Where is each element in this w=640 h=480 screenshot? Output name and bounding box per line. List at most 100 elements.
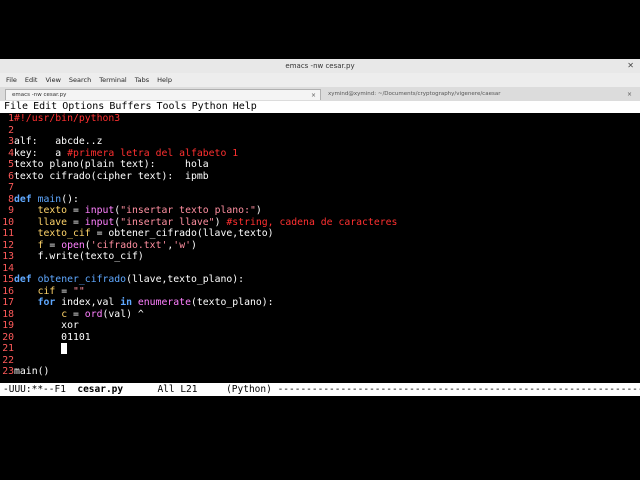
menu-edit[interactable]: Edit: [25, 76, 38, 84]
emacs-menu-buffers[interactable]: Buffers: [109, 101, 151, 112]
code-line[interactable]: 15def obtener_cifrado(llave,texto_plano)…: [0, 274, 640, 286]
line-number: 4: [8, 147, 14, 159]
code-line[interactable]: 5texto plano(plain text): hola: [0, 159, 640, 171]
code-text[interactable]: llave = input("insertar llave") #string,…: [14, 217, 398, 228]
line-number: 13: [2, 251, 14, 262]
emacs-menubar: File Edit Options Buffers Tools Python Help: [0, 101, 640, 113]
emacs-menu-python[interactable]: Python: [192, 101, 228, 112]
code-text[interactable]: texto cifrado(cipher text): ipmb: [14, 171, 209, 182]
code-line[interactable]: 22: [0, 355, 640, 367]
line-number: 22: [2, 354, 14, 366]
code-line[interactable]: 3alf: abcde..z: [0, 136, 640, 148]
emacs-menu-edit[interactable]: Edit: [33, 101, 57, 112]
code-line[interactable]: 4key: a #primera letra del alfabeto 1: [0, 148, 640, 160]
menu-terminal[interactable]: Terminal: [99, 76, 126, 84]
code-text[interactable]: main(): [14, 366, 49, 377]
tab-bar: emacs -nw cesar.py × xymind@xymind: ~/Do…: [0, 87, 640, 101]
line-number: 10: [2, 216, 14, 228]
window-title: emacs -nw cesar.py: [285, 62, 355, 70]
text-cursor: [61, 343, 68, 354]
code-text[interactable]: def obtener_cifrado(llave,texto_plano):: [14, 274, 244, 285]
code-line[interactable]: 16 cif = "": [0, 286, 640, 298]
emacs-menu-tools[interactable]: Tools: [157, 101, 187, 112]
code-line[interactable]: 17 for index,val in enumerate(texto_plan…: [0, 297, 640, 309]
modeline-fill: ----------------------------------------…: [277, 384, 640, 395]
terminal-window: emacs -nw cesar.py ✕ File Edit View Search T…: [0, 59, 640, 420]
code-line[interactable]: 6texto cifrado(cipher text): ipmb: [0, 171, 640, 183]
code-text[interactable]: texto_cif = obtener_cifrado(llave,texto): [14, 228, 274, 239]
code-line[interactable]: 9 texto = input("insertar texto plano:"): [0, 205, 640, 217]
emacs-menu-help[interactable]: Help: [233, 101, 257, 112]
code-text[interactable]: [14, 343, 61, 354]
code-text[interactable]: texto = input("insertar texto plano:"): [14, 205, 262, 216]
menu-search[interactable]: Search: [69, 76, 91, 84]
menu-tabs[interactable]: Tabs: [135, 76, 149, 84]
code-line[interactable]: 2: [0, 125, 640, 137]
line-number: 18: [2, 308, 14, 320]
code-line[interactable]: 7: [0, 182, 640, 194]
code-text[interactable]: cif = "": [14, 286, 85, 297]
window-titlebar[interactable]: emacs -nw cesar.py ✕: [0, 59, 640, 73]
code-line[interactable]: 12 f = open('cifrado.txt','w'): [0, 240, 640, 252]
line-number: 17: [2, 297, 14, 308]
code-line[interactable]: 8def main():: [0, 194, 640, 206]
tab-emacs[interactable]: emacs -nw cesar.py ×: [5, 89, 321, 100]
close-tab-icon[interactable]: ×: [311, 90, 316, 101]
tab-label: emacs -nw cesar.py: [12, 92, 67, 98]
line-number: 14: [2, 262, 14, 274]
line-number: 12: [2, 239, 14, 251]
code-text[interactable]: f = open('cifrado.txt','w'): [14, 240, 197, 251]
code-text[interactable]: key: a #primera letra del alfabeto 1: [14, 148, 238, 159]
emacs-menu-options[interactable]: Options: [62, 101, 104, 112]
code-text[interactable]: 01101: [14, 332, 91, 343]
code-line[interactable]: 23main(): [0, 366, 640, 378]
close-tab-icon[interactable]: ×: [627, 89, 632, 100]
line-number: 21: [2, 343, 14, 354]
line-number: 15: [2, 274, 14, 285]
line-number: 2: [8, 124, 14, 136]
line-number: 5: [8, 159, 14, 170]
code-line[interactable]: 14: [0, 263, 640, 275]
line-number: 9: [8, 205, 14, 216]
line-number: 19: [2, 320, 14, 331]
line-number: 16: [2, 285, 14, 297]
code-line[interactable]: 11 texto_cif = obtener_cifrado(llave,tex…: [0, 228, 640, 240]
terminal-menubar: File Edit View Search Terminal Tabs Help: [0, 74, 640, 86]
line-number: 3: [8, 136, 14, 147]
code-text[interactable]: for index,val in enumerate(texto_plano):: [14, 297, 274, 308]
code-line[interactable]: 18 c = ord(val) ^: [0, 309, 640, 321]
code-text[interactable]: f.write(texto_cif): [14, 251, 144, 262]
code-text[interactable]: #!/usr/bin/python3: [14, 113, 120, 124]
code-line[interactable]: 21: [0, 343, 640, 355]
close-icon[interactable]: ✕: [627, 59, 634, 73]
code-text[interactable]: xor: [14, 320, 79, 331]
tab-label: xymind@xymind: ~/Documents/cryptography/…: [328, 91, 501, 97]
code-editor[interactable]: 1#!/usr/bin/python3 2 3alf: abcde..z 4key: …: [0, 113, 640, 378]
modeline-position: All L21 (Python): [123, 384, 278, 395]
code-text[interactable]: texto plano(plain text): hola: [14, 159, 209, 170]
modeline-buffer-name: cesar.py: [77, 384, 124, 395]
code-text[interactable]: def main():: [14, 194, 79, 205]
line-number: 20: [2, 331, 14, 343]
menu-view[interactable]: View: [45, 76, 60, 84]
tab-shell[interactable]: xymind@xymind: ~/Documents/cryptography/…: [322, 89, 636, 100]
code-line[interactable]: 10 llave = input("insertar llave") #stri…: [0, 217, 640, 229]
code-line[interactable]: 20 01101: [0, 332, 640, 344]
menu-file[interactable]: File: [6, 76, 17, 84]
code-text[interactable]: alf: abcde..z: [14, 136, 102, 147]
code-line[interactable]: 19 xor: [0, 320, 640, 332]
modeline-prefix: -UUU:**--F1: [3, 384, 78, 395]
line-number: 1: [8, 113, 14, 124]
line-number: 23: [2, 366, 14, 377]
emacs-modeline: -UUU:**--F1 cesar.py All L21 (Python) --…: [0, 383, 640, 396]
menu-help[interactable]: Help: [157, 76, 172, 84]
code-text[interactable]: c = ord(val) ^: [14, 309, 144, 320]
code-line[interactable]: 13 f.write(texto_cif): [0, 251, 640, 263]
line-number: 6: [8, 170, 14, 182]
code-line[interactable]: 1#!/usr/bin/python3: [0, 113, 640, 125]
line-number: 11: [2, 228, 14, 239]
line-number: 8: [8, 193, 14, 205]
line-number: 7: [8, 182, 14, 193]
emacs-menu-file[interactable]: File: [4, 101, 28, 112]
terminal-area[interactable]: File Edit Options Buffers Tools Python Help 1#…: [0, 101, 640, 420]
